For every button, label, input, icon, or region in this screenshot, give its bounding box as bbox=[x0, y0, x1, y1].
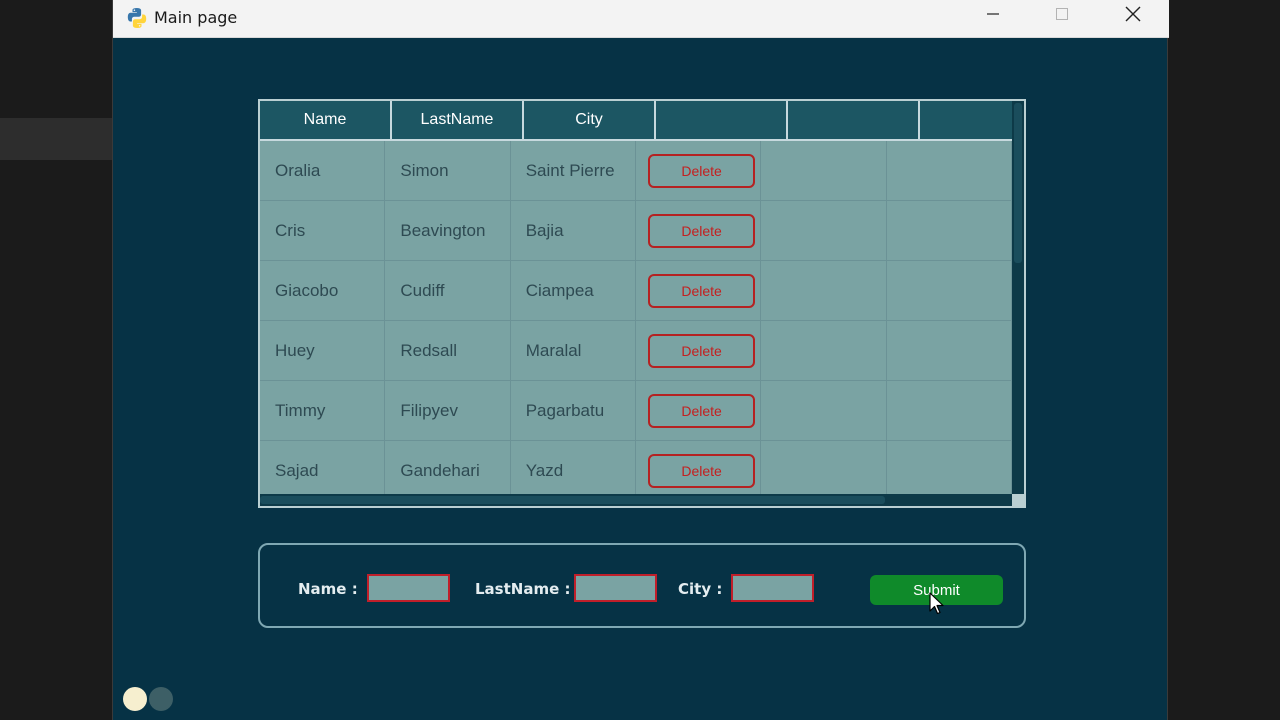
cell-lastname[interactable]: Filipyev bbox=[385, 381, 511, 441]
table-row[interactable]: Huey Redsall Maralal Delete bbox=[260, 321, 1012, 381]
cell-lastname[interactable]: Gandehari bbox=[385, 441, 511, 501]
mouse-cursor-icon bbox=[929, 592, 945, 616]
horizontal-scroll-thumb[interactable] bbox=[260, 496, 885, 504]
main-window: Main page Name LastName City Oralia Simo… bbox=[112, 0, 1169, 720]
delete-button[interactable]: Delete bbox=[648, 394, 756, 428]
lastname-label: LastName : bbox=[475, 580, 571, 598]
desktop-background-right bbox=[1168, 0, 1280, 720]
window-title: Main page bbox=[154, 8, 238, 27]
delete-button[interactable]: Delete bbox=[648, 274, 756, 308]
cell-empty[interactable] bbox=[887, 321, 1012, 381]
cell-city[interactable]: Ciampea bbox=[511, 261, 637, 321]
cell-empty[interactable] bbox=[761, 321, 887, 381]
cell-name[interactable]: Oralia bbox=[260, 141, 386, 201]
delete-button[interactable]: Delete bbox=[648, 334, 756, 368]
cell-lastname[interactable]: Simon bbox=[385, 141, 511, 201]
horizontal-scrollbar[interactable] bbox=[260, 494, 1012, 506]
cell-empty[interactable] bbox=[887, 381, 1012, 441]
city-label: City : bbox=[678, 580, 723, 598]
delete-button[interactable]: Delete bbox=[648, 214, 756, 248]
cell-lastname[interactable]: Redsall bbox=[385, 321, 511, 381]
vertical-scroll-thumb[interactable] bbox=[1014, 103, 1022, 263]
data-table: Name LastName City Oralia Simon Saint Pi… bbox=[258, 99, 1026, 508]
cell-empty[interactable] bbox=[761, 381, 887, 441]
toggle-knob-light bbox=[123, 687, 147, 711]
entry-form: Name : LastName : City : Submit bbox=[258, 543, 1026, 628]
cell-empty[interactable] bbox=[761, 141, 887, 201]
table-header: Name LastName City bbox=[260, 101, 1024, 141]
name-label: Name : bbox=[298, 580, 358, 598]
cell-city[interactable]: Bajia bbox=[511, 201, 637, 261]
theme-toggle[interactable] bbox=[121, 686, 175, 712]
cell-city[interactable]: Maralal bbox=[511, 321, 637, 381]
table-row[interactable]: Cris Beavington Bajia Delete bbox=[260, 201, 1012, 261]
vertical-scrollbar[interactable] bbox=[1012, 101, 1024, 506]
minimize-icon bbox=[985, 6, 1001, 26]
desktop-background-left bbox=[0, 0, 112, 720]
python-icon bbox=[125, 6, 149, 30]
table-row[interactable]: Giacobo Cudiff Ciampea Delete bbox=[260, 261, 1012, 321]
toggle-knob-dark bbox=[149, 687, 173, 711]
cell-city[interactable]: Pagarbatu bbox=[511, 381, 637, 441]
cell-action: Delete bbox=[636, 321, 762, 381]
cell-action: Delete bbox=[636, 201, 762, 261]
table-row[interactable]: Oralia Simon Saint Pierre Delete bbox=[260, 141, 1012, 201]
column-header-6[interactable] bbox=[920, 101, 1024, 141]
column-header-lastname[interactable]: LastName bbox=[392, 101, 524, 141]
cell-action: Delete bbox=[636, 381, 762, 441]
cell-empty[interactable] bbox=[761, 261, 887, 321]
scrollbar-corner bbox=[1012, 494, 1024, 506]
cell-empty[interactable] bbox=[761, 441, 887, 501]
table-row[interactable]: Sajad Gandehari Yazd Delete bbox=[260, 441, 1012, 501]
cell-name[interactable]: Giacobo bbox=[260, 261, 386, 321]
cell-lastname[interactable]: Cudiff bbox=[385, 261, 511, 321]
cell-name[interactable]: Sajad bbox=[260, 441, 386, 501]
cell-empty[interactable] bbox=[887, 201, 1012, 261]
delete-button[interactable]: Delete bbox=[648, 454, 756, 488]
column-header-city[interactable]: City bbox=[524, 101, 656, 141]
cell-empty[interactable] bbox=[887, 261, 1012, 321]
cell-city[interactable]: Saint Pierre bbox=[511, 141, 637, 201]
table-body: Oralia Simon Saint Pierre Delete Cris Be… bbox=[260, 141, 1012, 501]
name-input[interactable] bbox=[367, 574, 450, 602]
cell-empty[interactable] bbox=[887, 141, 1012, 201]
minimize-button[interactable] bbox=[958, 0, 1028, 32]
table-row[interactable]: Timmy Filipyev Pagarbatu Delete bbox=[260, 381, 1012, 441]
column-header-name[interactable]: Name bbox=[260, 101, 392, 141]
lastname-input[interactable] bbox=[574, 574, 657, 602]
cell-name[interactable]: Timmy bbox=[260, 381, 386, 441]
maximize-button[interactable] bbox=[1027, 0, 1097, 32]
column-header-4[interactable] bbox=[656, 101, 788, 141]
cell-name[interactable]: Huey bbox=[260, 321, 386, 381]
cell-empty[interactable] bbox=[887, 441, 1012, 501]
delete-button[interactable]: Delete bbox=[648, 154, 756, 188]
desktop-highlight bbox=[0, 118, 112, 160]
cell-empty[interactable] bbox=[761, 201, 887, 261]
cell-city[interactable]: Yazd bbox=[511, 441, 637, 501]
cell-lastname[interactable]: Beavington bbox=[385, 201, 511, 261]
city-input[interactable] bbox=[731, 574, 814, 602]
close-button[interactable] bbox=[1098, 0, 1168, 32]
close-icon bbox=[1124, 5, 1142, 27]
cell-action: Delete bbox=[636, 261, 762, 321]
title-bar[interactable]: Main page bbox=[113, 0, 1169, 38]
maximize-icon bbox=[1054, 6, 1070, 26]
column-header-5[interactable] bbox=[788, 101, 920, 141]
cell-action: Delete bbox=[636, 141, 762, 201]
cell-name[interactable]: Cris bbox=[260, 201, 386, 261]
cell-action: Delete bbox=[636, 441, 762, 501]
